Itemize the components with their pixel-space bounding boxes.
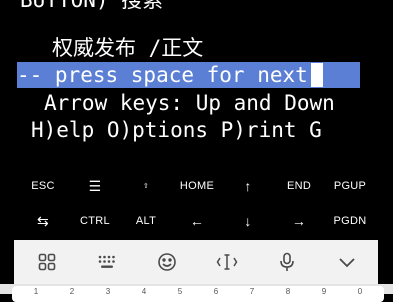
- terminal-cursor: [310, 63, 323, 87]
- shift-key[interactable]: ⇧: [121, 168, 171, 204]
- arrow-left-key[interactable]: ←: [172, 203, 222, 239]
- alt-key[interactable]: ALT: [121, 203, 171, 239]
- terminal-line-1: BUTTON) 搜索: [20, 0, 164, 12]
- keyboard-toolbar: [0, 240, 393, 284]
- pgdn-key[interactable]: PGDN: [325, 203, 375, 239]
- terminal-line-4: Arrow keys: Up and Down: [44, 91, 335, 115]
- terminal-line-5: H)elp O)ptions P)rint G: [31, 118, 322, 142]
- pgup-key[interactable]: PGUP: [325, 168, 375, 204]
- text-cursor-icon[interactable]: [211, 248, 243, 276]
- ctrl-key[interactable]: CTRL: [70, 203, 120, 239]
- collapse-chevron-icon[interactable]: [331, 248, 363, 276]
- esc-key[interactable]: ESC: [18, 168, 68, 204]
- apps-grid-icon[interactable]: [31, 248, 63, 276]
- terminal-line-3-highlighted: -- press space for next: [17, 62, 360, 88]
- arrow-up-key[interactable]: ↑: [223, 168, 273, 204]
- home-key[interactable]: HOME: [172, 168, 222, 204]
- pager-prompt: -- press space for next: [17, 63, 308, 87]
- microphone-icon[interactable]: [271, 248, 303, 276]
- keyboard-number-row: 1 2 3 4 5 6 7 8 9 0: [0, 284, 393, 302]
- arrow-right-key[interactable]: →: [274, 203, 324, 239]
- extra-keys-bar: ESC ☰ ⇧ HOME ↑ END PGUP ⇆ CTRL ALT ← ↓ →…: [0, 168, 393, 240]
- menu-key[interactable]: ☰: [70, 168, 120, 204]
- end-key[interactable]: END: [274, 168, 324, 204]
- arrow-down-key[interactable]: ↓: [223, 203, 273, 239]
- keyboard-toolbar-panel: [14, 240, 378, 284]
- keyboard-icon[interactable]: [91, 248, 123, 276]
- terminal-screen[interactable]: BUTTON) 搜索 权威发布 /正文 -- press space for n…: [0, 0, 393, 168]
- terminal-line-2: 权威发布 /正文: [52, 36, 204, 60]
- key-0[interactable]: 0: [336, 286, 384, 302]
- tab-key[interactable]: ⇆: [18, 203, 68, 239]
- emoji-icon[interactable]: [151, 248, 183, 276]
